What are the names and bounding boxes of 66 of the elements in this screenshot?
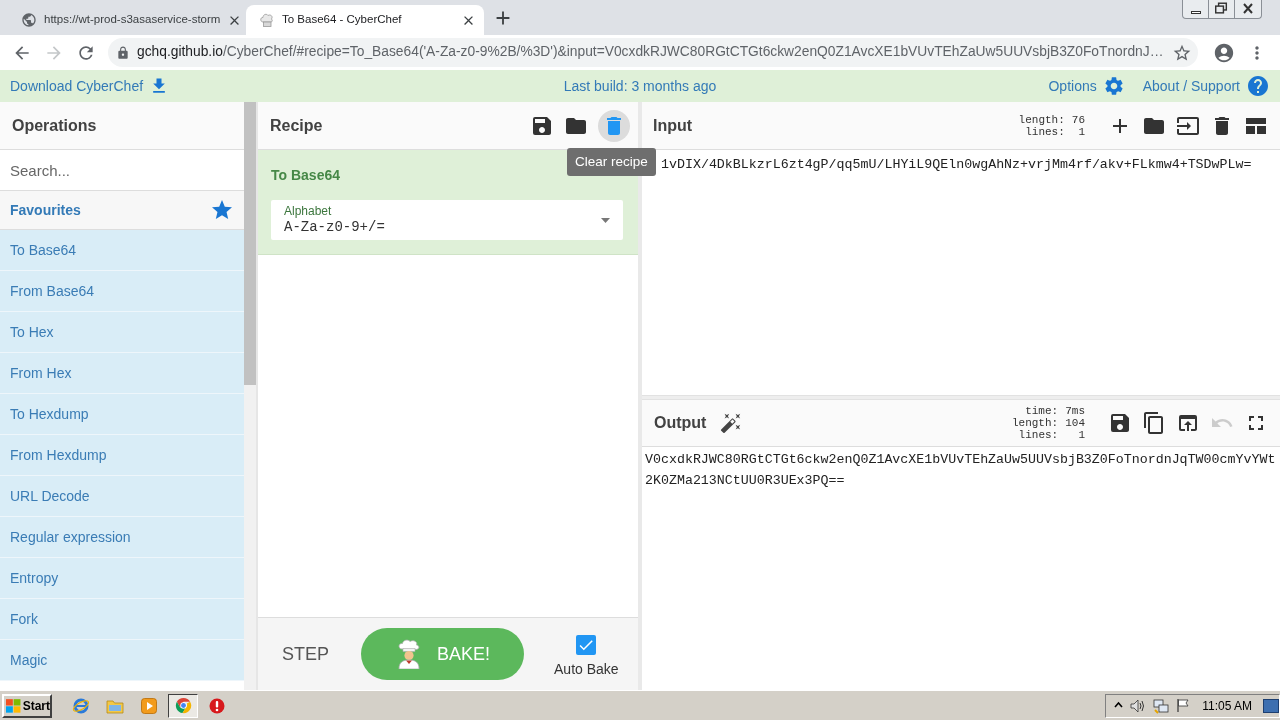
operation-item[interactable]: Magic [0, 640, 244, 681]
windows-logo-icon [6, 698, 21, 713]
scrollbar[interactable] [244, 102, 256, 690]
tooltip: Clear recipe [567, 148, 656, 176]
stat-label: length: [1011, 417, 1059, 429]
stat-label: lines: [1024, 125, 1065, 138]
operation-item[interactable]: To Base64 [0, 230, 244, 271]
about-link[interactable]: About / Support [1142, 74, 1270, 98]
stat-value: 1 [1077, 429, 1085, 441]
operation-item[interactable]: Entropy [0, 558, 244, 599]
stat-value: 76 [1071, 113, 1085, 126]
operation-item[interactable]: URL Decode [0, 476, 244, 517]
play-icon [141, 697, 157, 714]
download-link[interactable]: Download CyberChef [10, 75, 170, 97]
segmented-circle-icon [174, 697, 192, 714]
browser-tab[interactable]: To Base64 - CyberChef [246, 5, 484, 35]
speaker-icon[interactable] [1130, 698, 1147, 713]
magic-wand-icon[interactable] [720, 412, 743, 434]
favourites-category[interactable]: Favourites [0, 191, 244, 230]
browser-icon [72, 696, 90, 715]
stat-value: 1 [1077, 125, 1085, 138]
network-icon[interactable] [1153, 697, 1170, 714]
panel-title: Operations [12, 115, 97, 136]
stat-label: lines: [1017, 429, 1059, 441]
panel-title: Input [653, 115, 693, 136]
operation-item[interactable]: Regular expression [0, 517, 244, 558]
chevron-up-icon[interactable] [1114, 701, 1124, 710]
bake-button[interactable]: BAKE! [361, 628, 524, 680]
stat-value: 7ms [1065, 405, 1085, 417]
taskbar-button[interactable] [168, 693, 198, 718]
help-icon [1246, 74, 1270, 98]
panel-title: Recipe [270, 115, 323, 136]
stat-label: length: [1018, 113, 1065, 126]
operation-item[interactable]: Fork [0, 599, 244, 640]
operation-title: To Base64 [271, 166, 340, 185]
chef-icon [395, 639, 423, 669]
account-icon[interactable] [1213, 41, 1235, 64]
operation-item[interactable]: From Base64 [0, 271, 244, 312]
show-desktop-icon[interactable] [1263, 698, 1279, 713]
folder-icon [106, 697, 124, 714]
copy-icon[interactable] [1142, 411, 1166, 435]
lock-icon [116, 45, 130, 60]
stat-label: time: [1024, 405, 1059, 417]
caret-icon [601, 217, 610, 223]
address-bar[interactable]: gchq.github.io/CyberChef/#recipe=To_Base64('A-Za-z0-9%2B/%3D')&input=V0cxdkRJWC80RGtCTGt6ckw2enQ0Z1AvcXE1bVUvTEhZaUw5UUVsbjB3Z0FoTnordnJ… [108, 38, 1198, 67]
step-button[interactable]: STEP [282, 640, 329, 668]
checkbox[interactable] [576, 634, 597, 655]
operation-item[interactable]: From Hexdump [0, 435, 244, 476]
star-icon [210, 198, 234, 222]
stat-value: 104 [1065, 417, 1085, 429]
checkbox-label: Auto Bake [554, 659, 619, 679]
panel-title: Output [654, 413, 707, 433]
chef-hat-icon [259, 12, 275, 28]
alphabet-dropdown[interactable]: Alphabet A-Za-z0-9+/= [271, 200, 623, 240]
options-link[interactable]: Options [1048, 75, 1125, 97]
browser-tab[interactable]: https://wt-prod-s3asaservice-storm [8, 5, 246, 35]
start-button[interactable]: Start [2, 693, 52, 718]
output-text: V0cxdkRJWC80RGtCTGt6ckw2enQ0Z1AvcXE1bVUvTEhZaUw5UUVsbjB3Z0FoTnordnJqTW00cmYvYWt2K0ZMa213NCtUU0R3UEx3PQ== [645, 451, 1277, 490]
operation-item[interactable]: To Hex [0, 312, 244, 353]
flag-icon[interactable] [1176, 698, 1192, 713]
operation-item[interactable]: To Hexdump [0, 394, 244, 435]
exclamation-circle-icon [209, 697, 225, 714]
build-info-link[interactable]: Last build: 3 months ago [563, 75, 717, 97]
operation-item[interactable]: From Hex [0, 353, 244, 394]
settings-icon [1102, 75, 1125, 97]
globe-icon [21, 12, 37, 28]
